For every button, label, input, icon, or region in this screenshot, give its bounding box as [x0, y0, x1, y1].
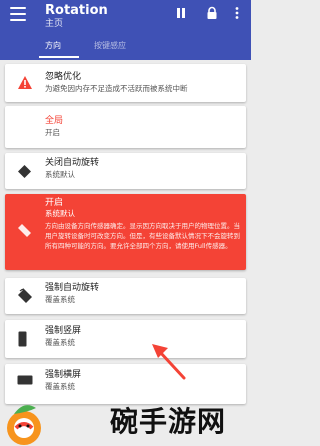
card-subtitle: 系统默认 — [45, 170, 75, 179]
card-auto-rotate-off[interactable]: 关闭自动旋转 系统默认 — [5, 153, 246, 189]
card-title: 强制横屏 — [45, 370, 82, 380]
card-ignore-optimization[interactable]: 忽略优化 为避免因内存不足造成不活跃而被系统中断 — [5, 64, 246, 102]
card-title: 强制自动旋转 — [45, 283, 100, 293]
warning-icon — [18, 76, 32, 89]
menu-icon[interactable] — [10, 7, 26, 21]
card-subtitle: 开启 — [45, 128, 60, 137]
card-title: 忽略优化 — [45, 72, 82, 82]
card-global[interactable]: 全局 开启 — [5, 106, 246, 148]
tab-indicator — [39, 56, 79, 58]
card-subtitle: 系统默认 — [45, 209, 75, 218]
card-subtitle: 为避免因内存不足造成不活跃而被系统中断 — [45, 84, 188, 93]
lock-icon[interactable] — [205, 6, 219, 20]
app-bar: Rotation 主页 方向 按键感应 — [0, 0, 251, 60]
more-icon[interactable] — [230, 6, 244, 20]
pause-icon[interactable] — [174, 6, 188, 20]
card-description: 方向由设备方向传感器确定。显示因方向取决于用户的物理位置。当用户旋转设备时可改变… — [45, 222, 240, 250]
card-title: 强制竖屏 — [45, 326, 82, 336]
card-title: 全局 — [45, 116, 64, 126]
card-title: 开启 — [45, 198, 64, 208]
rotate-auto-icon — [18, 288, 32, 303]
card-title: 关闭自动旋转 — [45, 158, 100, 168]
rotate-diamond-icon — [18, 165, 31, 178]
portrait-icon — [18, 331, 27, 347]
card-auto-rotate-on[interactable]: 开启 系统默认 方向由设备方向传感器确定。显示因方向取决于用户的物理位置。当用户… — [5, 194, 246, 270]
watermark-text: 碗手游网 — [110, 405, 227, 438]
card-force-portrait[interactable]: 强制竖屏 覆盖系统 — [5, 320, 246, 358]
card-force-auto-rotate[interactable]: 强制自动旋转 覆盖系统 — [5, 278, 246, 314]
tab-key-sense[interactable]: 按键感应 — [94, 40, 126, 51]
app-subtitle: 主页 — [45, 19, 64, 29]
app-titles: Rotation 主页 — [45, 3, 108, 30]
annotation-arrow — [152, 344, 186, 380]
watermark-logo — [7, 405, 41, 445]
card-subtitle: 覆盖系统 — [45, 295, 75, 304]
landscape-icon — [17, 375, 33, 385]
app-title: Rotation — [45, 3, 108, 18]
eraser-icon — [18, 224, 31, 237]
card-subtitle: 覆盖系统 — [45, 338, 75, 347]
card-subtitle: 覆盖系统 — [45, 382, 75, 391]
tab-direction[interactable]: 方向 — [45, 40, 61, 51]
tab-bar: 方向 按键感应 — [0, 38, 251, 58]
